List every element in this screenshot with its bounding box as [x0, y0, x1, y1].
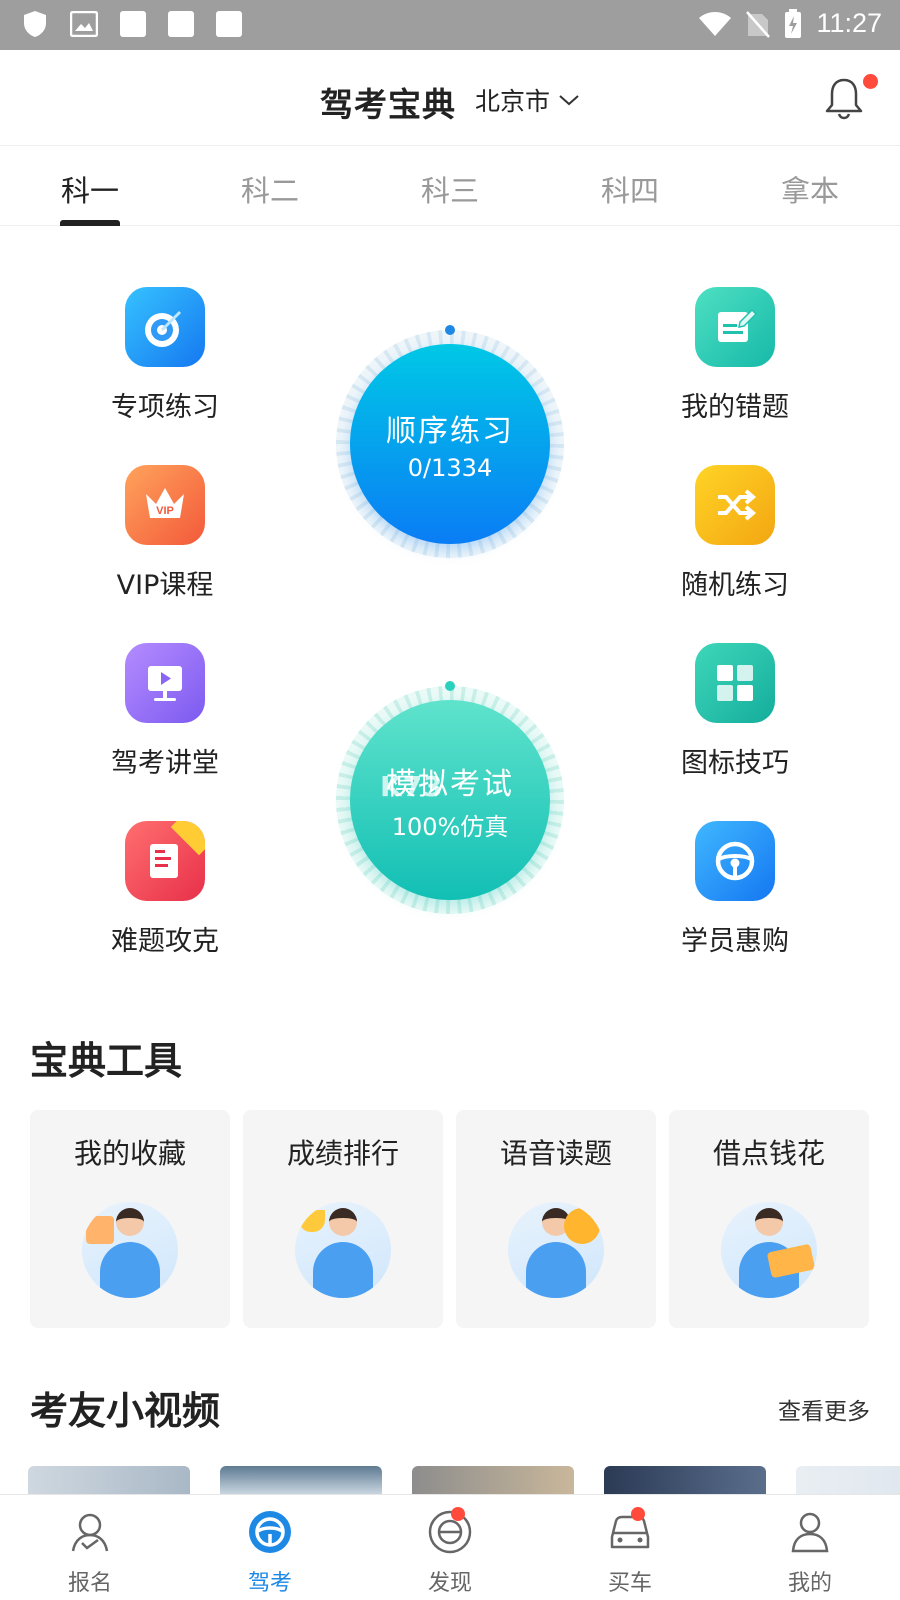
profile-icon — [791, 1512, 829, 1553]
vip-crown-icon: VIP — [125, 465, 205, 545]
tool-my-favorites[interactable]: 我的收藏 — [30, 1110, 230, 1328]
video-thumbnail[interactable] — [796, 1466, 900, 1494]
feature-label: 专项练习 — [111, 392, 219, 423]
feature-label: 图标技巧 — [681, 748, 789, 779]
nav-badge — [451, 1507, 465, 1521]
video-thumbnail[interactable] — [412, 1466, 574, 1494]
video-thumbnail[interactable] — [28, 1466, 190, 1494]
feature-label: 学员惠购 — [681, 926, 789, 957]
voice-illustration — [508, 1202, 604, 1298]
sequential-practice-button[interactable]: 顺序练习 0/1334 — [336, 325, 564, 558]
tool-borrow-money[interactable]: 借点钱花 — [669, 1110, 869, 1328]
status-bar: 11:27 — [0, 0, 900, 50]
feature-vip-course[interactable]: VIP VIP课程 — [75, 465, 255, 602]
no-sim-icon — [746, 10, 771, 38]
tab-subject-2[interactable]: 科二 — [220, 168, 320, 210]
nav-label: 发现 — [427, 1571, 472, 1596]
video-thumbnail[interactable] — [220, 1466, 382, 1494]
app-header: 驾考宝典 北京市 — [0, 50, 900, 146]
feature-sign-tips[interactable]: 图标技巧 — [645, 643, 825, 780]
video-strip — [28, 1466, 900, 1494]
tool-label: 语音读题 — [499, 1137, 612, 1170]
loan-illustration — [721, 1202, 817, 1298]
steering-wheel-icon — [695, 821, 775, 901]
tool-label: 成绩排行 — [286, 1137, 399, 1170]
practice-title: 顺序练习 — [386, 414, 514, 449]
feature-label: VIP课程 — [116, 570, 214, 601]
notification-icon — [120, 11, 146, 37]
tool-label: 借点钱花 — [712, 1137, 825, 1170]
svg-text:VIP: VIP — [156, 505, 174, 517]
tab-subject-4[interactable]: 科四 — [580, 168, 680, 210]
ranking-illustration — [295, 1202, 391, 1298]
battery-icon — [785, 8, 802, 38]
grid-icon — [695, 643, 775, 723]
bell-icon[interactable] — [820, 74, 868, 122]
tab-indicator — [60, 220, 120, 226]
nav-buy-car[interactable]: 买车 — [585, 1507, 675, 1597]
exam-marker — [445, 681, 455, 691]
progress-marker — [445, 325, 455, 335]
tool-voice-reading[interactable]: 语音读题 — [456, 1110, 656, 1328]
nav-signup[interactable]: 报名 — [45, 1507, 135, 1597]
feature-label: 驾考讲堂 — [111, 748, 219, 779]
discover-icon — [428, 1510, 472, 1554]
notification-icon — [168, 11, 194, 37]
app-title: 驾考宝典 — [320, 85, 456, 124]
chevron-down-icon — [559, 95, 579, 106]
favorites-illustration — [82, 1202, 178, 1298]
nav-discover[interactable]: 发现 — [405, 1507, 495, 1597]
tab-subject-1[interactable]: 科一 — [40, 168, 140, 210]
bottom-nav: 报名 驾考 发现 买车 我的 — [0, 1494, 900, 1600]
tool-label: 我的收藏 — [73, 1137, 186, 1170]
hard-question-icon — [125, 821, 205, 901]
wifi-icon — [699, 11, 732, 36]
exam-subtitle: 100%仿真 — [391, 812, 509, 841]
status-time: 11:27 — [816, 8, 882, 38]
feature-special-practice[interactable]: 专项练习 — [75, 287, 255, 424]
target-icon — [125, 287, 205, 367]
see-more-link[interactable]: 查看更多 — [778, 1392, 870, 1426]
nav-badge — [631, 1507, 645, 1521]
tab-get-license[interactable]: 拿本 — [760, 168, 860, 210]
mock-exam-button[interactable]: 模拟考试 100%仿真 — [336, 681, 564, 914]
tool-score-ranking[interactable]: 成绩排行 — [243, 1110, 443, 1328]
nav-driving-test[interactable]: 驾考 — [225, 1507, 315, 1597]
feature-hard-questions[interactable]: 难题攻克 — [75, 821, 255, 958]
nav-label: 驾考 — [247, 1571, 292, 1596]
tab-subject-3[interactable]: 科三 — [400, 168, 500, 210]
nav-label: 买车 — [607, 1571, 652, 1596]
videos-section-title: 考友小视频 — [30, 1389, 221, 1433]
steering-wheel-icon — [249, 1511, 291, 1553]
feature-label: 难题攻克 — [111, 926, 219, 957]
feature-random-practice[interactable]: 随机练习 — [645, 465, 825, 602]
shield-icon — [24, 11, 46, 37]
feature-lecture-hall[interactable]: 驾考讲堂 — [75, 643, 255, 780]
practice-circle: 顺序练习 0/1334 — [350, 344, 550, 544]
practice-progress: 0/1334 — [407, 454, 493, 482]
watermark: K73 — [380, 770, 444, 803]
car-icon — [610, 1515, 650, 1549]
video-thumbnail[interactable] — [604, 1466, 766, 1494]
nav-profile[interactable]: 我的 — [765, 1507, 855, 1597]
notification-icon — [216, 11, 242, 37]
feature-my-mistakes[interactable]: 我的错题 — [645, 287, 825, 424]
lecture-screen-icon — [125, 643, 205, 723]
tools-section-title: 宝典工具 — [30, 1039, 183, 1083]
notification-badge — [863, 74, 878, 89]
signup-icon — [71, 1513, 109, 1552]
city-label: 北京市 — [475, 87, 551, 116]
feature-label: 我的错题 — [681, 392, 789, 423]
wrong-questions-icon — [695, 287, 775, 367]
subject-tabs: 科一 科二 科三 科四 拿本 — [0, 146, 900, 226]
feature-student-deals[interactable]: 学员惠购 — [645, 821, 825, 958]
feature-label: 随机练习 — [681, 570, 789, 601]
shuffle-icon — [695, 465, 775, 545]
city-selector[interactable]: 北京市 — [475, 82, 580, 118]
nav-label: 我的 — [787, 1571, 832, 1596]
nav-label: 报名 — [67, 1571, 112, 1596]
image-icon — [70, 11, 98, 37]
